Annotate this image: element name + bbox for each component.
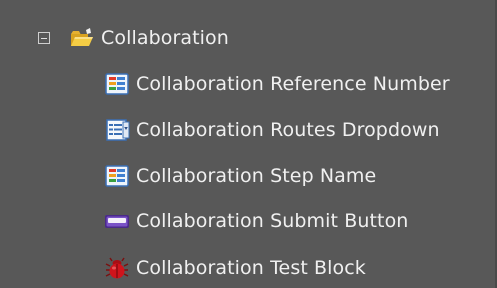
tree-folder-collaboration[interactable]: Collaboration bbox=[38, 18, 229, 58]
tree-item-reference-number[interactable]: Collaboration Reference Number bbox=[104, 64, 450, 104]
text-field-icon bbox=[105, 165, 129, 187]
tree-item-label: Collaboration Submit Button bbox=[136, 209, 409, 232]
tree-item-label: Collaboration Reference Number bbox=[136, 72, 450, 95]
tree-item-routes-dropdown[interactable]: Collaboration Routes Dropdown bbox=[104, 110, 440, 150]
tree-item-submit-button[interactable]: Collaboration Submit Button bbox=[104, 201, 408, 241]
tree-item-label: Collaboration Step Name bbox=[136, 164, 377, 187]
dropdown-list-icon bbox=[106, 119, 130, 141]
component-tree: Collaboration Collaboration Reference Nu… bbox=[0, 0, 497, 288]
text-field-icon bbox=[105, 73, 129, 95]
bug-icon bbox=[105, 257, 129, 279]
folder-icon bbox=[71, 28, 93, 46]
button-icon bbox=[105, 215, 129, 228]
folder-label: Collaboration bbox=[101, 26, 229, 49]
collapse-toggle-icon[interactable] bbox=[38, 32, 50, 44]
tree-item-step-name[interactable]: Collaboration Step Name bbox=[104, 156, 376, 196]
tree-item-label: Collaboration Routes Dropdown bbox=[136, 118, 440, 141]
tree-item-label: Collaboration Test Block bbox=[136, 256, 366, 279]
tree-item-test-block[interactable]: Collaboration Test Block bbox=[104, 248, 366, 288]
